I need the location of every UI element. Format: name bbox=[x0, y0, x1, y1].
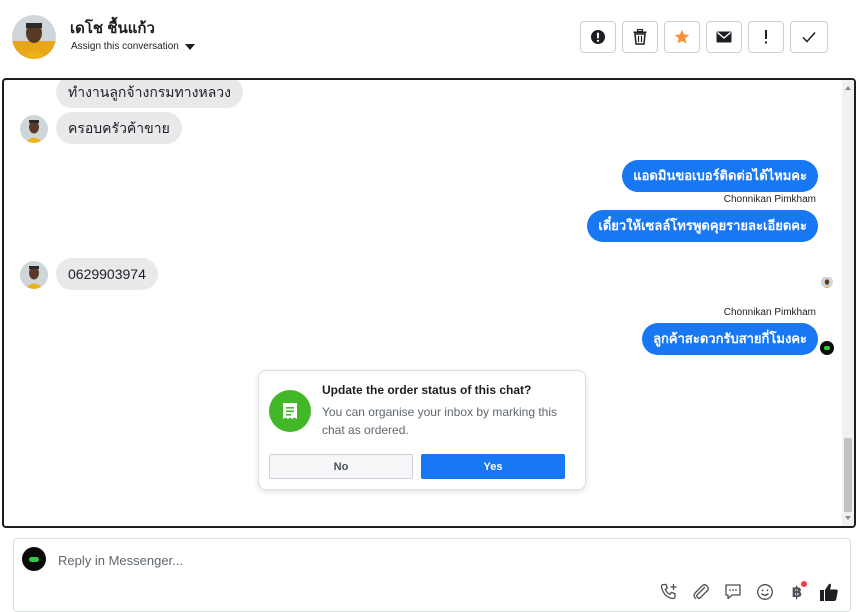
contact-avatar-small bbox=[20, 261, 48, 289]
smiley-icon bbox=[757, 584, 773, 600]
prompt-title: Update the order status of this chat? bbox=[322, 383, 532, 397]
incoming-message: ครอบครัวค้าขาย bbox=[56, 112, 182, 144]
emoji-button[interactable] bbox=[754, 581, 776, 603]
exclamation-circle-icon bbox=[591, 30, 605, 44]
payment-button[interactable]: ฿ bbox=[786, 581, 808, 603]
paperclip-icon bbox=[693, 584, 709, 600]
sender-name: Chonnikan Pimkham bbox=[723, 307, 816, 318]
thumbs-up-icon bbox=[820, 583, 838, 601]
incoming-message: ทำงานลูกจ้างกรมทางหลวง bbox=[56, 80, 243, 108]
page-avatar bbox=[22, 547, 46, 571]
assign-conversation-dropdown[interactable]: Assign this conversation bbox=[71, 41, 195, 52]
reply-input[interactable] bbox=[54, 550, 662, 570]
trash-icon bbox=[633, 29, 647, 45]
contact-name: เดโช ชื้นแก้ว bbox=[70, 20, 155, 37]
follow-up-button[interactable] bbox=[748, 21, 784, 53]
phone-plus-icon bbox=[660, 583, 677, 600]
read-receipt-avatar bbox=[820, 341, 834, 355]
order-status-prompt: Update the order status of this chat? Yo… bbox=[258, 370, 586, 490]
incoming-message: 0629903974 bbox=[56, 258, 158, 290]
sender-name: Chonnikan Pimkham bbox=[723, 194, 816, 205]
mark-spam-button[interactable] bbox=[580, 21, 616, 53]
receipt-icon bbox=[269, 390, 311, 432]
prompt-description: You can organise your inbox by marking t… bbox=[322, 405, 558, 437]
mark-unread-button[interactable] bbox=[706, 21, 742, 53]
yes-button[interactable]: Yes bbox=[421, 454, 565, 479]
scrollbar-thumb[interactable] bbox=[844, 438, 852, 512]
outgoing-message: เดี๋ยวให้เซลล์โทรพูดคุยรายละเอียดคะ bbox=[587, 210, 818, 242]
scroll-down-arrow-icon[interactable] bbox=[845, 516, 851, 520]
conversation-toolbar bbox=[580, 21, 828, 53]
notification-dot bbox=[801, 581, 807, 587]
no-button[interactable]: No bbox=[269, 454, 413, 479]
attach-button[interactable] bbox=[690, 581, 712, 603]
outgoing-message: ลูกค้าสะดวกรับสายกี่โมงคะ bbox=[642, 323, 818, 355]
delete-button[interactable] bbox=[622, 21, 658, 53]
contact-avatar-small bbox=[20, 115, 48, 143]
read-receipt-avatar bbox=[821, 276, 833, 288]
check-icon bbox=[802, 32, 816, 43]
call-button[interactable] bbox=[658, 581, 680, 603]
caret-down-icon bbox=[184, 43, 195, 50]
message-thread[interactable]: ทำงานลูกจ้างกรมทางหลวง ครอบครัวค้าขาย แอ… bbox=[2, 78, 856, 528]
conversation-header: เดโช ชื้นแก้ว Assign this conversation bbox=[0, 0, 858, 78]
mark-done-button[interactable] bbox=[790, 21, 828, 53]
scroll-up-arrow-icon[interactable] bbox=[845, 86, 851, 90]
star-button[interactable] bbox=[664, 21, 700, 53]
outgoing-message: แอดมินขอเบอร์ติดต่อได้ไหมคะ bbox=[622, 160, 818, 192]
envelope-icon bbox=[716, 31, 732, 43]
saved-replies-button[interactable] bbox=[722, 581, 744, 603]
star-icon bbox=[674, 29, 690, 44]
composer-tools: ฿ bbox=[658, 581, 840, 603]
chat-bubble-icon bbox=[725, 584, 741, 600]
exclamation-icon bbox=[765, 30, 767, 44]
chat-scrollbar[interactable] bbox=[842, 80, 854, 526]
reply-composer: ฿ bbox=[13, 538, 851, 612]
contact-avatar[interactable] bbox=[12, 15, 56, 59]
like-button[interactable] bbox=[818, 581, 840, 603]
assign-label: Assign this conversation bbox=[71, 41, 179, 52]
